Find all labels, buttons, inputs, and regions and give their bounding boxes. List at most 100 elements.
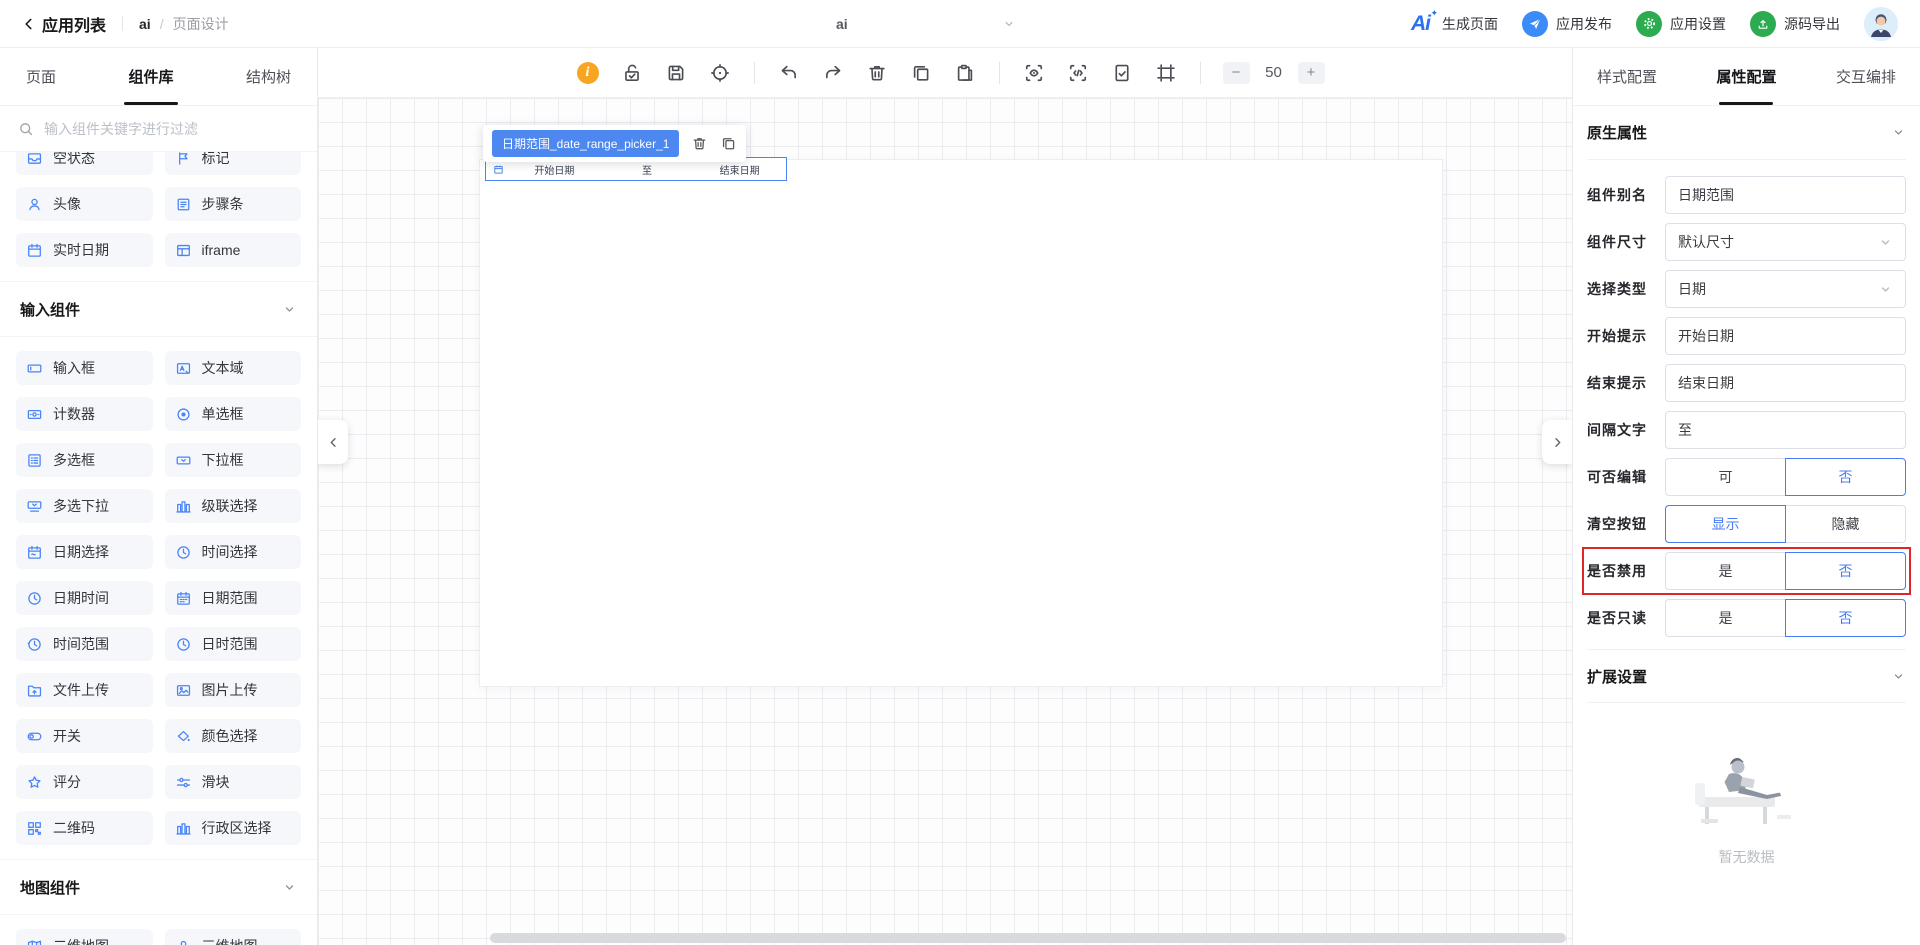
canvas-grid[interactable]: 开始日期 至 结束日期 日期范围_date_range_picker_1 [318, 98, 1572, 945]
frame-icon[interactable] [1155, 62, 1177, 84]
library-item-行政区选择[interactable]: 行政区选择 [164, 811, 301, 845]
copy-icon[interactable] [910, 62, 932, 84]
page-select[interactable]: ai [836, 0, 848, 48]
library-item-label: 输入框 [53, 360, 95, 376]
delete-component-icon[interactable] [691, 135, 708, 152]
library-item-步骤条[interactable]: 步骤条 [164, 187, 301, 221]
qrcode-icon [26, 820, 43, 837]
left-panel-tabs: 页面 组件库 结构树 [0, 48, 317, 106]
header-action-源码导出[interactable]: 源码导出 [1750, 10, 1840, 37]
library-item-多选下拉[interactable]: 多选下拉 [16, 489, 153, 523]
user-avatar[interactable] [1864, 6, 1898, 41]
field-select-组件尺寸[interactable]: 默认尺寸 [1665, 223, 1906, 261]
tab-structure-tree[interactable]: 结构树 [246, 48, 291, 105]
library-item-文件上传[interactable]: 文件上传 [16, 673, 153, 707]
library-item-评分[interactable]: 评分 [16, 765, 153, 799]
checkbox-icon [26, 452, 43, 469]
library-item-标记[interactable]: 标记 [164, 152, 301, 175]
library-item-级联选择[interactable]: 级联选择 [164, 489, 301, 523]
collapse-left-panel-handle[interactable] [318, 420, 348, 464]
tab-property-config[interactable]: 属性配置 [1716, 48, 1776, 105]
segment-option-隐藏[interactable]: 隐藏 [1786, 505, 1906, 543]
field-label: 清空按钮 [1587, 516, 1647, 532]
trash-icon[interactable] [866, 62, 888, 84]
library-item-下拉框[interactable]: 下拉框 [164, 443, 301, 477]
library-item-实时日期[interactable]: 实时日期 [16, 233, 153, 267]
target-icon[interactable] [709, 62, 731, 84]
back-button[interactable]: 应用列表 [22, 12, 106, 36]
library-item-三维地图[interactable]: 三维地图 [164, 929, 301, 945]
header-action-生成页面[interactable]: Ai ✦ 生成页面 [1411, 8, 1498, 36]
library-item-日时范围[interactable]: 日时范围 [164, 627, 301, 661]
select-icon [175, 452, 192, 469]
search-input[interactable] [44, 120, 299, 137]
library-item-图片上传[interactable]: 图片上传 [164, 673, 301, 707]
doc-check-icon[interactable] [1111, 62, 1133, 84]
library-item-日期范围[interactable]: 日期范围 [164, 581, 301, 615]
library-item-空状态[interactable]: 空状态 [16, 152, 153, 175]
library-section-地图组件[interactable]: 地图组件 [0, 859, 317, 915]
iframe-icon [175, 242, 192, 259]
library-item-时间选择[interactable]: 时间选择 [164, 535, 301, 569]
library-item-iframe[interactable]: iframe [164, 233, 301, 267]
breadcrumb-separator: / [159, 15, 164, 32]
header-divider [122, 16, 124, 31]
segment-option-是[interactable]: 是 [1665, 552, 1785, 590]
tab-component-library[interactable]: 组件库 [128, 48, 173, 105]
undo-icon[interactable] [778, 62, 800, 84]
library-item-日期选择[interactable]: 日期选择 [16, 535, 153, 569]
segment-option-显示[interactable]: 显示 [1665, 505, 1786, 543]
field-input-结束提示[interactable] [1678, 375, 1893, 391]
segment-option-是[interactable]: 是 [1665, 599, 1785, 637]
field-input-组件别名[interactable] [1678, 187, 1893, 203]
header-action-应用设置[interactable]: 应用设置 [1636, 10, 1726, 37]
header-action-应用发布[interactable]: 应用发布 [1522, 10, 1612, 37]
field-input-间隔文字[interactable] [1678, 422, 1893, 438]
field-select-选择类型[interactable]: 日期 [1665, 270, 1906, 308]
segment-option-否[interactable]: 否 [1785, 458, 1906, 496]
library-item-label: 文本域 [201, 360, 244, 376]
library-item-单选框[interactable]: 单选框 [164, 397, 301, 431]
tab-interaction-config[interactable]: 交互编排 [1836, 48, 1896, 105]
duplicate-component-icon[interactable] [720, 135, 737, 152]
library-section-输入组件[interactable]: 输入组件 [0, 281, 317, 337]
zoom-in-button[interactable]: + [1297, 61, 1325, 84]
library-item-头像[interactable]: 头像 [16, 187, 153, 221]
save-icon[interactable] [665, 62, 687, 84]
library-item-二维码[interactable]: 二维码 [16, 811, 153, 845]
library-item-label: 评分 [53, 774, 81, 790]
section-native-properties[interactable]: 原生属性 [1587, 106, 1906, 160]
scan-eye-icon[interactable] [1023, 62, 1045, 84]
info-icon[interactable]: i [576, 61, 599, 84]
library-item-开关[interactable]: 开关 [16, 719, 153, 753]
zoom-out-button[interactable]: − [1222, 61, 1250, 84]
unlock-check-icon[interactable] [621, 62, 643, 84]
library-item-时间范围[interactable]: 时间范围 [16, 627, 153, 661]
empty-state: 暂无数据 [1587, 745, 1906, 867]
library-item-输入框[interactable]: 输入框 [16, 351, 153, 385]
page-artboard[interactable]: 开始日期 至 结束日期 [480, 157, 1442, 686]
selected-component-chip[interactable]: 日期范围_date_range_picker_1 [492, 130, 680, 157]
tab-style-config[interactable]: 样式配置 [1597, 48, 1657, 105]
scan-code-icon[interactable] [1067, 62, 1089, 84]
paste-icon[interactable] [954, 62, 976, 84]
library-item-滑块[interactable]: 滑块 [164, 765, 301, 799]
library-item-多选框[interactable]: 多选框 [16, 443, 153, 477]
tab-pages[interactable]: 页面 [26, 48, 56, 105]
chevron-down-icon[interactable] [1002, 0, 1016, 48]
library-item-文本域[interactable]: 文本域 [164, 351, 301, 385]
redo-icon[interactable] [822, 62, 844, 84]
library-item-计数器[interactable]: 计数器 [16, 397, 153, 431]
collapse-right-panel-handle[interactable] [1542, 420, 1572, 464]
library-item-二维地图[interactable]: 二维地图 [16, 929, 153, 945]
section-extended-settings[interactable]: 扩展设置 [1587, 649, 1906, 703]
segment-option-否[interactable]: 否 [1785, 552, 1906, 590]
library-item-颜色选择[interactable]: 颜色选择 [164, 719, 301, 753]
horizontal-scrollbar[interactable] [490, 933, 1566, 943]
segment-option-否[interactable]: 否 [1785, 599, 1906, 637]
segment-option-可[interactable]: 可 [1665, 458, 1785, 496]
no-data-illustration-icon [1694, 758, 1791, 824]
library-item-日期时间[interactable]: 日期时间 [16, 581, 153, 615]
field-input-开始提示[interactable] [1678, 328, 1893, 344]
multiselect-icon [26, 498, 43, 515]
